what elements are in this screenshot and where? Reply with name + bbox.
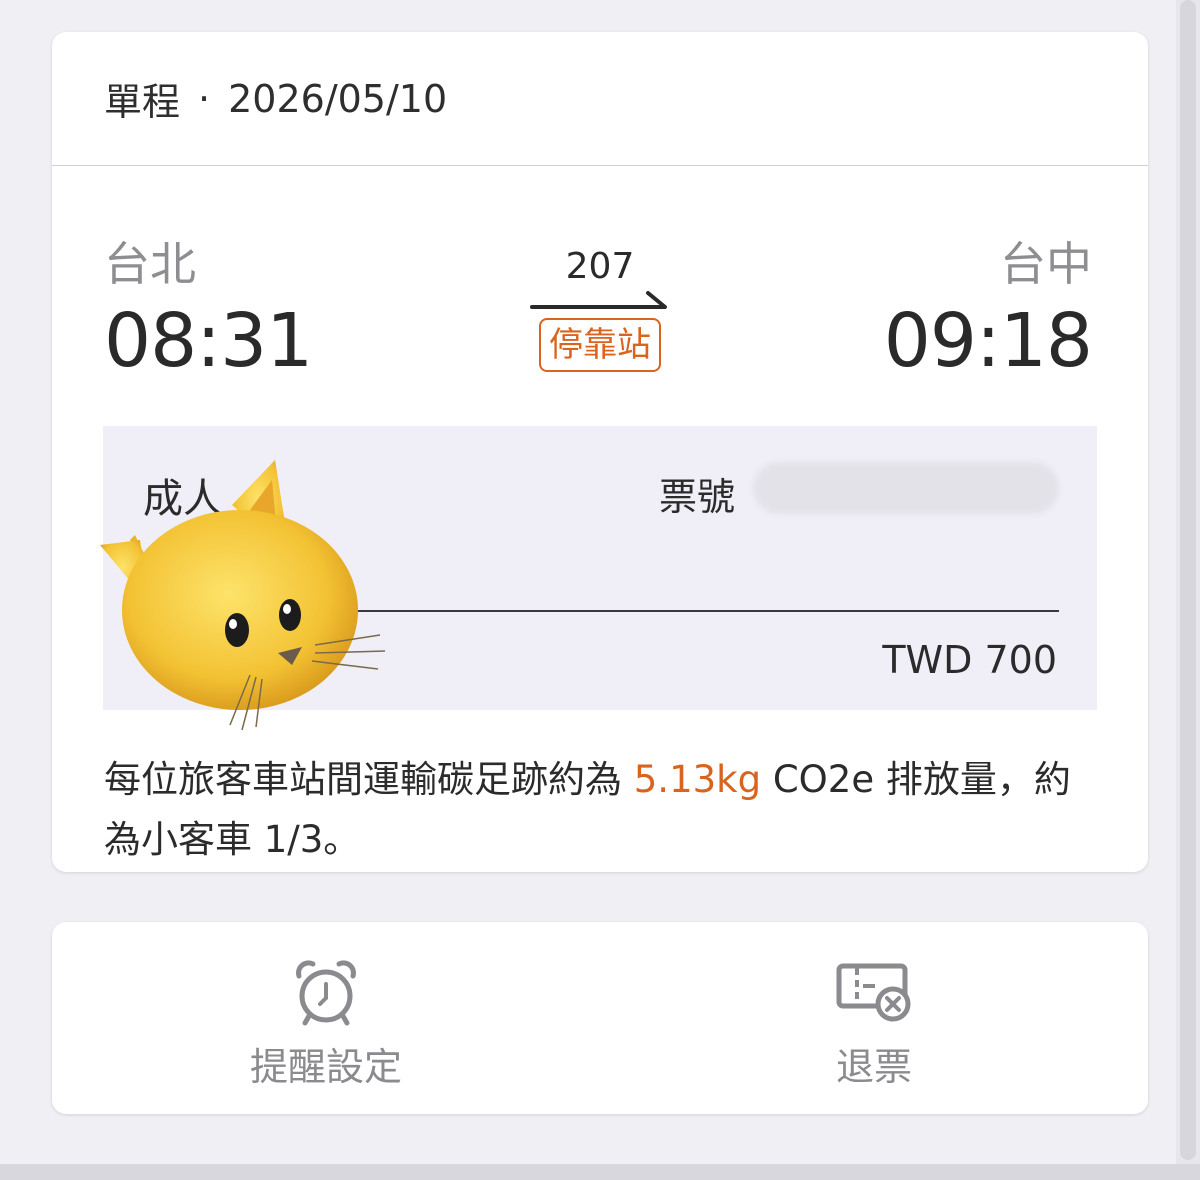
reminder-settings-label: 提醒設定 [249,1045,402,1089]
trip-date: 2026/05/10 [228,76,448,121]
scrollbar-track[interactable] [1176,0,1200,1164]
carbon-prefix: 每位旅客車站間運輸碳足跡約為 [104,758,634,801]
stop-stations-button[interactable]: 停靠站 [539,318,661,372]
trip-type: 單程 [104,80,181,124]
departure-time: 08:31 [104,298,313,384]
carbon-footprint-note: 每位旅客車站間運輸碳足跡約為 5.13kg CO2e 排放量，約為小客車 1/3… [104,750,1084,870]
reminder-settings-button[interactable]: 提醒設定 [176,922,476,1114]
trip-header: 單程 · 2026/05/10 [52,32,1148,166]
refund-label: 退票 [835,1045,912,1089]
train-number: 207 [565,246,635,287]
ticket-number-value [753,462,1059,514]
actions-card: 提醒設定 退票 [52,922,1148,1114]
fare-amount: TWD 700 [882,638,1057,682]
ticket-number-label: 票號 [659,475,736,519]
train-info: 207 停靠站 [528,246,672,372]
cat-face-icon [100,460,386,731]
alarm-clock-icon [296,960,356,1026]
refund-button[interactable]: 退票 [724,922,1024,1114]
arrival-time: 09:18 [883,298,1093,384]
bottom-edge [0,1164,1200,1180]
scrollbar-thumb[interactable] [1180,0,1196,1160]
origin-station: 台北 [104,237,196,291]
carbon-value: 5.13kg [633,758,762,801]
route-section: 台北 08:31 207 停靠站 台中 09:18 [52,166,1148,426]
header-separator: · [198,76,211,121]
ticket-cancel-icon [836,963,911,1022]
direction-arrow-icon [530,291,667,309]
destination-station: 台中 [1000,237,1092,291]
